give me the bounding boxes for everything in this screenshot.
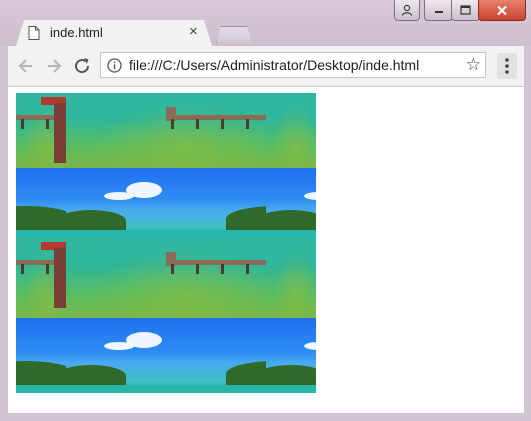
title-bar: inde.html × [0,0,531,46]
forward-arrow-icon[interactable] [44,56,64,76]
close-icon [497,5,507,15]
browser-toolbar: file:///C:/Users/Administrator/Desktop/i… [8,46,524,87]
info-icon[interactable] [107,58,122,73]
sky-photo-tile [16,318,66,393]
close-window-button[interactable] [478,0,526,21]
tab-title: inde.html [50,25,103,40]
tab-close-icon[interactable]: × [189,24,198,40]
sky-photo-tile [266,318,316,393]
pier-photo-tile [66,238,266,318]
pier-photo-tile [16,93,66,168]
minimize-button[interactable] [424,0,453,21]
star-icon[interactable]: ☆ [466,55,481,75]
sky-photo-tile [16,168,66,238]
sky-photo-tile [66,168,266,238]
address-url[interactable]: file:///C:/Users/Administrator/Desktop/i… [129,57,419,73]
browser-window: inde.html × file:///C:/Users/Administrat… [0,0,531,421]
address-bar[interactable]: file:///C:/Users/Administrator/Desktop/i… [100,52,486,78]
page-icon [28,26,40,40]
new-tab-button[interactable] [216,26,252,43]
minimize-icon [434,11,443,13]
reload-icon[interactable] [72,56,92,76]
tab-inde-html[interactable] [16,20,212,46]
user-icon [401,4,413,16]
pier-photo-tile [16,238,66,318]
pier-photo-tile [266,93,316,168]
back-arrow-icon[interactable] [16,56,36,76]
pier-photo-tile [66,93,266,168]
maximize-button[interactable] [451,0,480,21]
window-frame-left [0,46,8,421]
tiled-background-image [16,93,316,393]
sky-photo-tile [266,168,316,238]
pier-photo-tile [266,238,316,318]
profile-button[interactable] [394,0,420,21]
window-frame-bottom [0,413,531,421]
sky-photo-tile [66,318,266,393]
page-content [8,87,524,413]
kebab-menu-icon [505,58,509,74]
menu-button[interactable] [497,53,517,79]
maximize-icon [460,5,471,15]
window-frame-right [524,46,531,421]
